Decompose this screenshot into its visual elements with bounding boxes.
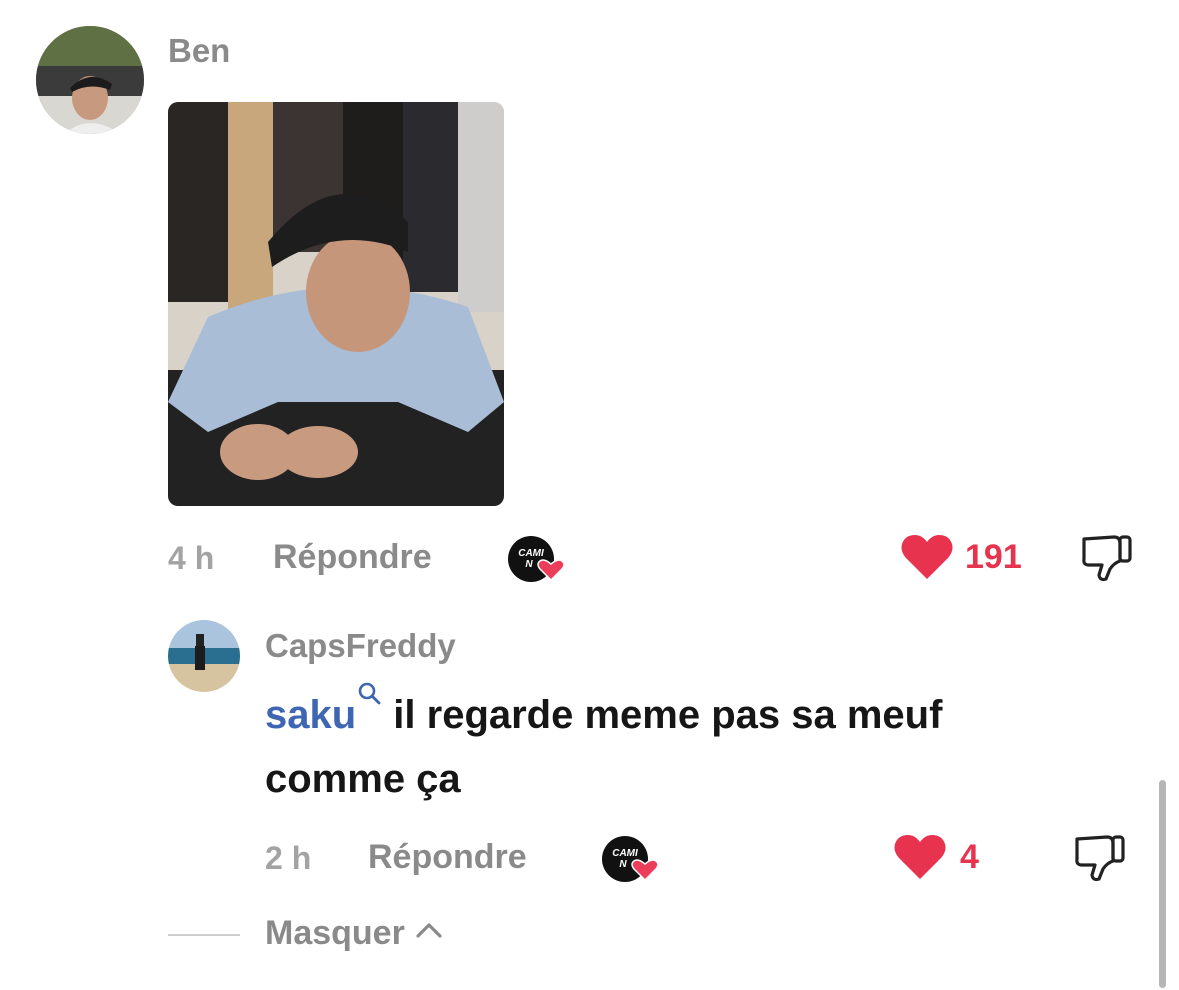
- mention-link[interactable]: saku: [265, 693, 356, 737]
- reply-button[interactable]: Répondre: [368, 838, 527, 877]
- hide-replies-button[interactable]: Masquer: [265, 914, 444, 953]
- comment-username[interactable]: CapsFreddy: [265, 627, 456, 665]
- thread-divider: [168, 934, 240, 936]
- search-icon[interactable]: [356, 680, 382, 706]
- avatar-capsfreddy[interactable]: [168, 620, 240, 692]
- comment-text-line-1: saku il regarde meme pas sa meuf: [265, 680, 1145, 747]
- reply-button[interactable]: Répondre: [273, 538, 432, 577]
- camino-badge[interactable]: CAMI N: [507, 535, 567, 585]
- svg-text:N: N: [525, 559, 533, 570]
- comment-time: 4 h: [168, 540, 215, 576]
- comment-text: saku il regarde meme pas sa meuf comme ç…: [265, 680, 1145, 811]
- scrollbar[interactable]: [1159, 780, 1166, 988]
- thumbs-down-icon[interactable]: [1080, 533, 1134, 583]
- hide-replies-label: Masquer: [265, 914, 405, 952]
- thumbs-down-icon[interactable]: [1073, 833, 1127, 883]
- avatar-ben[interactable]: [36, 26, 144, 134]
- like-count: 4: [960, 838, 979, 876]
- like-count: 191: [965, 538, 1022, 576]
- comment-username[interactable]: Ben: [168, 32, 230, 70]
- comment-time: 2 h: [265, 840, 312, 876]
- comment-text-body: il regarde meme pas sa meuf: [382, 693, 943, 737]
- svg-text:CAMI: CAMI: [518, 548, 544, 559]
- comment-photo[interactable]: [168, 102, 504, 506]
- svg-text:CAMI: CAMI: [612, 848, 638, 859]
- camino-badge[interactable]: CAMI N: [601, 835, 661, 885]
- heart-icon[interactable]: [893, 833, 947, 881]
- svg-text:N: N: [619, 859, 627, 870]
- chevron-up-icon: [414, 918, 444, 940]
- comment-text-line-2: comme ça: [265, 757, 461, 801]
- heart-icon[interactable]: [900, 533, 954, 581]
